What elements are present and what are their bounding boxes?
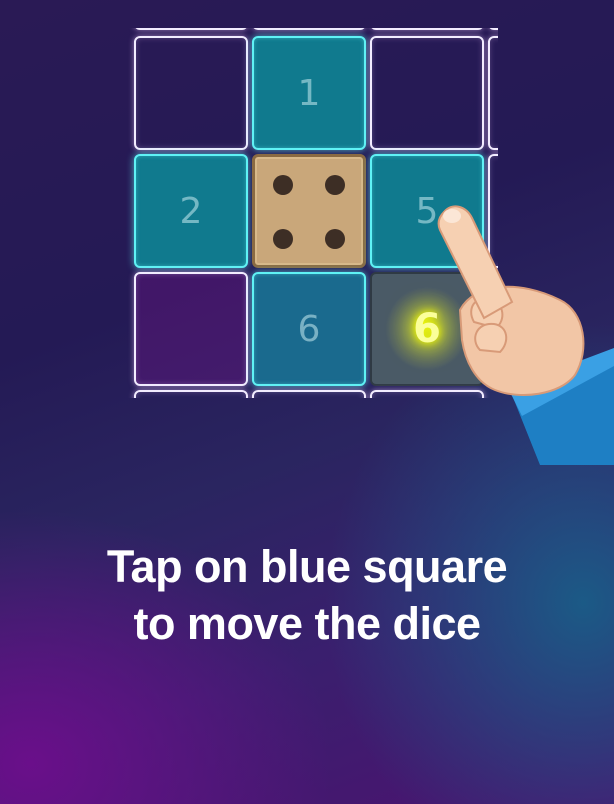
board-cell-empty xyxy=(134,272,248,386)
board-cell-partial xyxy=(252,28,366,30)
board-cell-empty xyxy=(370,36,484,150)
dice xyxy=(252,154,366,268)
dice-pip xyxy=(273,175,293,195)
board-cell-partial xyxy=(252,390,366,398)
dice-pip xyxy=(325,229,345,249)
pointing-hand-icon xyxy=(437,205,614,465)
dice-pip xyxy=(325,175,345,195)
board-cell-partial xyxy=(134,390,248,398)
square-number: 2 xyxy=(179,190,203,232)
caption-line: Tap on blue square xyxy=(106,541,508,592)
instruction-caption: Tap on blue square to move the dice xyxy=(0,538,614,652)
board-cell-partial xyxy=(488,28,498,30)
caption-line: to move the dice xyxy=(133,598,481,649)
square-number: 1 xyxy=(297,72,321,114)
board-cell-empty xyxy=(134,36,248,150)
dice-pip xyxy=(273,229,293,249)
square-number: 6 xyxy=(297,308,321,350)
board-cell-partial xyxy=(134,28,248,30)
blue-square[interactable]: 2 xyxy=(134,154,248,268)
board-cell-partial xyxy=(488,36,498,150)
blue-square[interactable]: 6 xyxy=(252,272,366,386)
board-cell-partial xyxy=(370,28,484,30)
blue-square[interactable]: 1 xyxy=(252,36,366,150)
